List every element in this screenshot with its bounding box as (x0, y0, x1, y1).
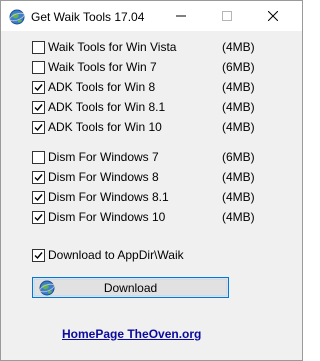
window-title: Get Waik Tools 17.04 (31, 10, 145, 24)
download-button[interactable]: Download (32, 277, 229, 298)
option-label: Waik Tools for Win 7 (48, 60, 157, 74)
option-size: (4MB) (222, 170, 255, 184)
option-row[interactable]: Waik Tools for Win Vista (4MB) (32, 40, 272, 56)
app-window: Get Waik Tools 17.04 Waik Tools for Win … (0, 0, 303, 361)
appdir-option[interactable]: Download to AppDir\Waik (32, 248, 272, 264)
appdir-checkbox[interactable] (32, 249, 45, 262)
option-checkbox[interactable] (32, 211, 45, 224)
minimize-icon (176, 15, 186, 17)
option-checkbox[interactable] (32, 101, 45, 114)
download-button-label: Download (103, 281, 158, 295)
appdir-label: Download to AppDir\Waik (48, 248, 184, 262)
title-bar[interactable]: Get Waik Tools 17.04 (1, 1, 302, 31)
option-size: (4MB) (222, 190, 255, 204)
option-label: Dism For Windows 7 (48, 150, 159, 164)
option-row[interactable]: Dism For Windows 8 (4MB) (32, 170, 272, 186)
option-checkbox[interactable] (32, 151, 45, 164)
option-row[interactable]: Waik Tools for Win 7 (6MB) (32, 60, 272, 76)
content-area: Waik Tools for Win Vista (4MB) Waik Tools … (1, 31, 302, 360)
option-size: (4MB) (222, 40, 255, 54)
option-checkbox[interactable] (32, 171, 45, 184)
option-label: Waik Tools for Win Vista (48, 40, 177, 54)
option-row[interactable]: Dism For Windows 8.1 (4MB) (32, 190, 272, 206)
option-checkbox[interactable] (32, 61, 45, 74)
option-label: Dism For Windows 8.1 (48, 190, 169, 204)
maximize-icon (222, 11, 232, 21)
option-row[interactable]: Dism For Windows 10 (4MB) (32, 210, 272, 226)
option-checkbox[interactable] (32, 121, 45, 134)
option-size: (6MB) (222, 60, 255, 74)
option-label: ADK Tools for Win 8 (48, 80, 156, 94)
option-size: (4MB) (222, 100, 255, 114)
close-button[interactable] (250, 1, 296, 31)
option-label: ADK Tools for Win 10 (48, 120, 162, 134)
option-row[interactable]: ADK Tools for Win 10 (4MB) (32, 120, 272, 136)
option-row[interactable]: ADK Tools for Win 8 (4MB) (32, 80, 272, 96)
close-icon (268, 11, 278, 21)
globe-icon[interactable] (9, 9, 25, 25)
option-label: ADK Tools for Win 8.1 (48, 100, 166, 114)
option-checkbox[interactable] (32, 191, 45, 204)
option-size: (4MB) (222, 120, 255, 134)
option-row[interactable]: ADK Tools for Win 8.1 (4MB) (32, 100, 272, 116)
option-size: (6MB) (222, 150, 255, 164)
option-label: Dism For Windows 8 (48, 170, 159, 184)
option-label: Dism For Windows 10 (48, 210, 166, 224)
option-checkbox[interactable] (32, 41, 45, 54)
maximize-button[interactable] (204, 1, 250, 31)
option-size: (4MB) (222, 80, 255, 94)
minimize-button[interactable] (158, 1, 204, 31)
option-size: (4MB) (222, 210, 255, 224)
option-row[interactable]: Dism For Windows 7 (6MB) (32, 150, 272, 166)
homepage-link[interactable]: HomePage TheOven.org (62, 327, 201, 341)
option-checkbox[interactable] (32, 81, 45, 94)
